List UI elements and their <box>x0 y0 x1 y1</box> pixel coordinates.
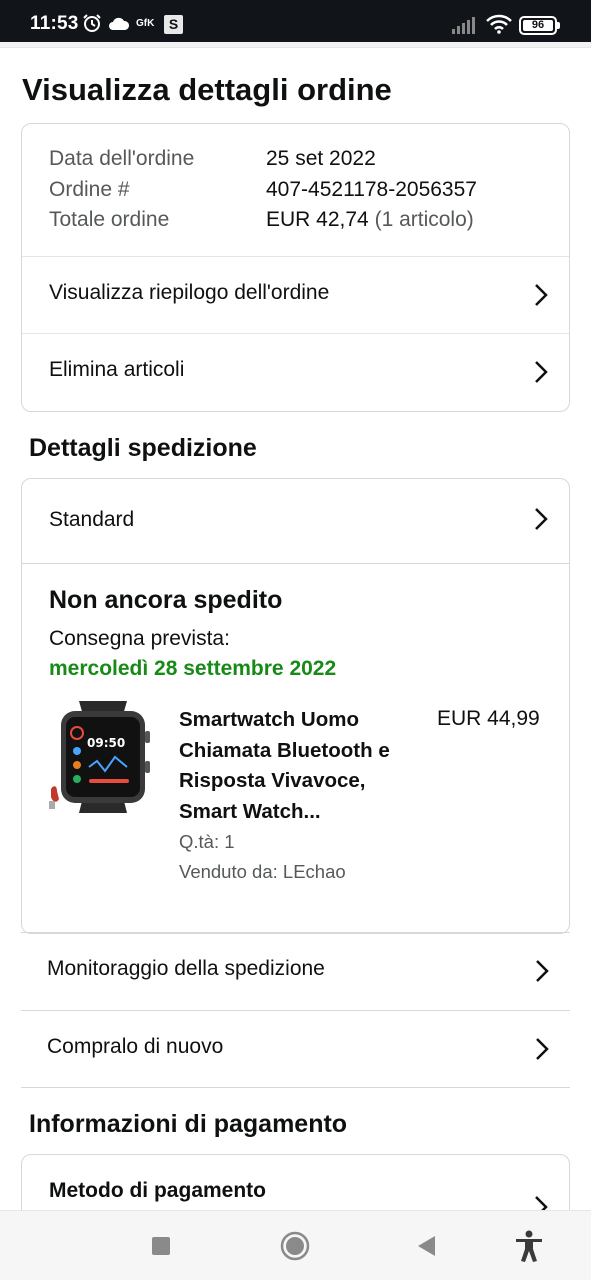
product-title-link[interactable]: Smartwatch Uomo Chiamata Bluetooth e Ris… <box>179 705 419 827</box>
order-number-value: 407-4521178-2056357 <box>266 178 477 201</box>
chevron-right-icon <box>535 361 548 383</box>
delivery-label: Consegna prevista: <box>49 627 230 650</box>
alarm-icon <box>83 14 101 32</box>
shipping-method-label: Standard <box>49 508 135 531</box>
system-nav-bar <box>0 1210 591 1280</box>
recents-icon[interactable] <box>144 1229 178 1263</box>
track-shipment-link[interactable]: Monitoraggio della spedizione <box>21 932 570 1009</box>
buy-again-link[interactable]: Compralo di nuovo <box>21 1010 570 1088</box>
product-quantity: Q.tà: 1 <box>179 831 235 852</box>
order-item-count: (1 articolo) <box>374 208 474 231</box>
s-app-icon: S <box>164 15 183 34</box>
order-total-label: Totale ordine <box>49 208 170 231</box>
order-date-label: Data dell'ordine <box>49 147 195 170</box>
product-seller: Venduto da: LEchao <box>179 861 346 882</box>
cloud-icon <box>109 17 130 30</box>
payment-method-label: Metodo di pagamento <box>49 1179 266 1202</box>
order-number-label: Ordine # <box>49 178 130 201</box>
wifi-icon <box>486 14 512 34</box>
chevron-right-icon <box>536 960 549 982</box>
shipping-section-title: Dettagli spedizione <box>29 434 257 462</box>
order-summary-link[interactable]: Visualizza riepilogo dell'ordine <box>22 256 569 333</box>
home-icon[interactable] <box>278 1229 312 1263</box>
chevron-right-icon <box>535 284 548 306</box>
buy-again-label: Compralo di nuovo <box>47 1035 224 1058</box>
delivery-date: mercoledì 28 settembre 2022 <box>49 657 337 680</box>
battery-icon: 96 <box>519 16 560 35</box>
gfk-label: GfK <box>136 18 155 29</box>
signal-icon <box>452 17 475 34</box>
accessibility-icon[interactable] <box>512 1229 546 1263</box>
order-summary-card: Data dell'ordine 25 set 2022 Ordine # 40… <box>21 123 570 412</box>
order-total-amount: EUR 42,74 <box>266 208 369 231</box>
delete-items-label: Elimina articoli <box>49 358 185 381</box>
status-bar: 11:53 GfK S 96 <box>0 0 591 42</box>
status-time: 11:53 <box>30 13 79 34</box>
product-image[interactable]: 09:50 <box>49 701 153 813</box>
shipping-method-link[interactable]: Standard <box>22 479 569 564</box>
order-date-value: 25 set 2022 <box>266 147 376 170</box>
back-icon[interactable] <box>410 1229 444 1263</box>
battery-level: 96 <box>531 19 545 31</box>
chevron-right-icon <box>536 1038 549 1060</box>
header-divider <box>0 42 591 48</box>
delete-items-link[interactable]: Elimina articoli <box>22 333 569 410</box>
track-shipment-label: Monitoraggio della spedizione <box>47 957 325 980</box>
svg-text:09:50: 09:50 <box>87 736 125 750</box>
page-title: Visualizza dettagli ordine <box>22 72 392 107</box>
order-summary-link-label: Visualizza riepilogo dell'ordine <box>49 281 330 304</box>
product-price: EUR 44,99 <box>437 707 540 730</box>
chevron-right-icon <box>535 508 548 530</box>
shipment-status: Non ancora spedito <box>49 586 283 614</box>
shipment-card: Standard Non ancora spedito Consegna pre… <box>21 478 570 934</box>
order-total-value: EUR 42,74 (1 articolo) <box>266 208 474 232</box>
payment-section-title: Informazioni di pagamento <box>29 1110 348 1138</box>
